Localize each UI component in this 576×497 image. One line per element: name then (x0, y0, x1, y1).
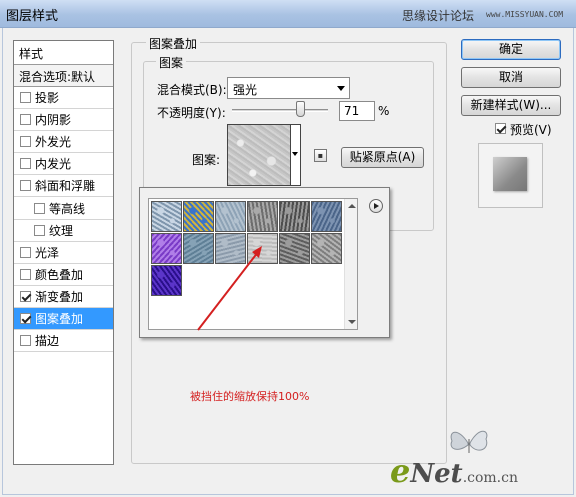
style-preview-thumbnail (493, 157, 527, 191)
enet-logo: eNet.com.cn (390, 452, 518, 490)
ok-button[interactable]: 确定 (461, 39, 561, 60)
annotation-note: 被挡住的缩放保持100% (190, 390, 310, 403)
preview-label: 预览(V) (510, 123, 552, 137)
cancel-button[interactable]: 取消 (461, 67, 561, 88)
new-style-button[interactable]: 新建样式(W)... (461, 95, 561, 116)
preview-checkbox[interactable] (495, 123, 506, 134)
